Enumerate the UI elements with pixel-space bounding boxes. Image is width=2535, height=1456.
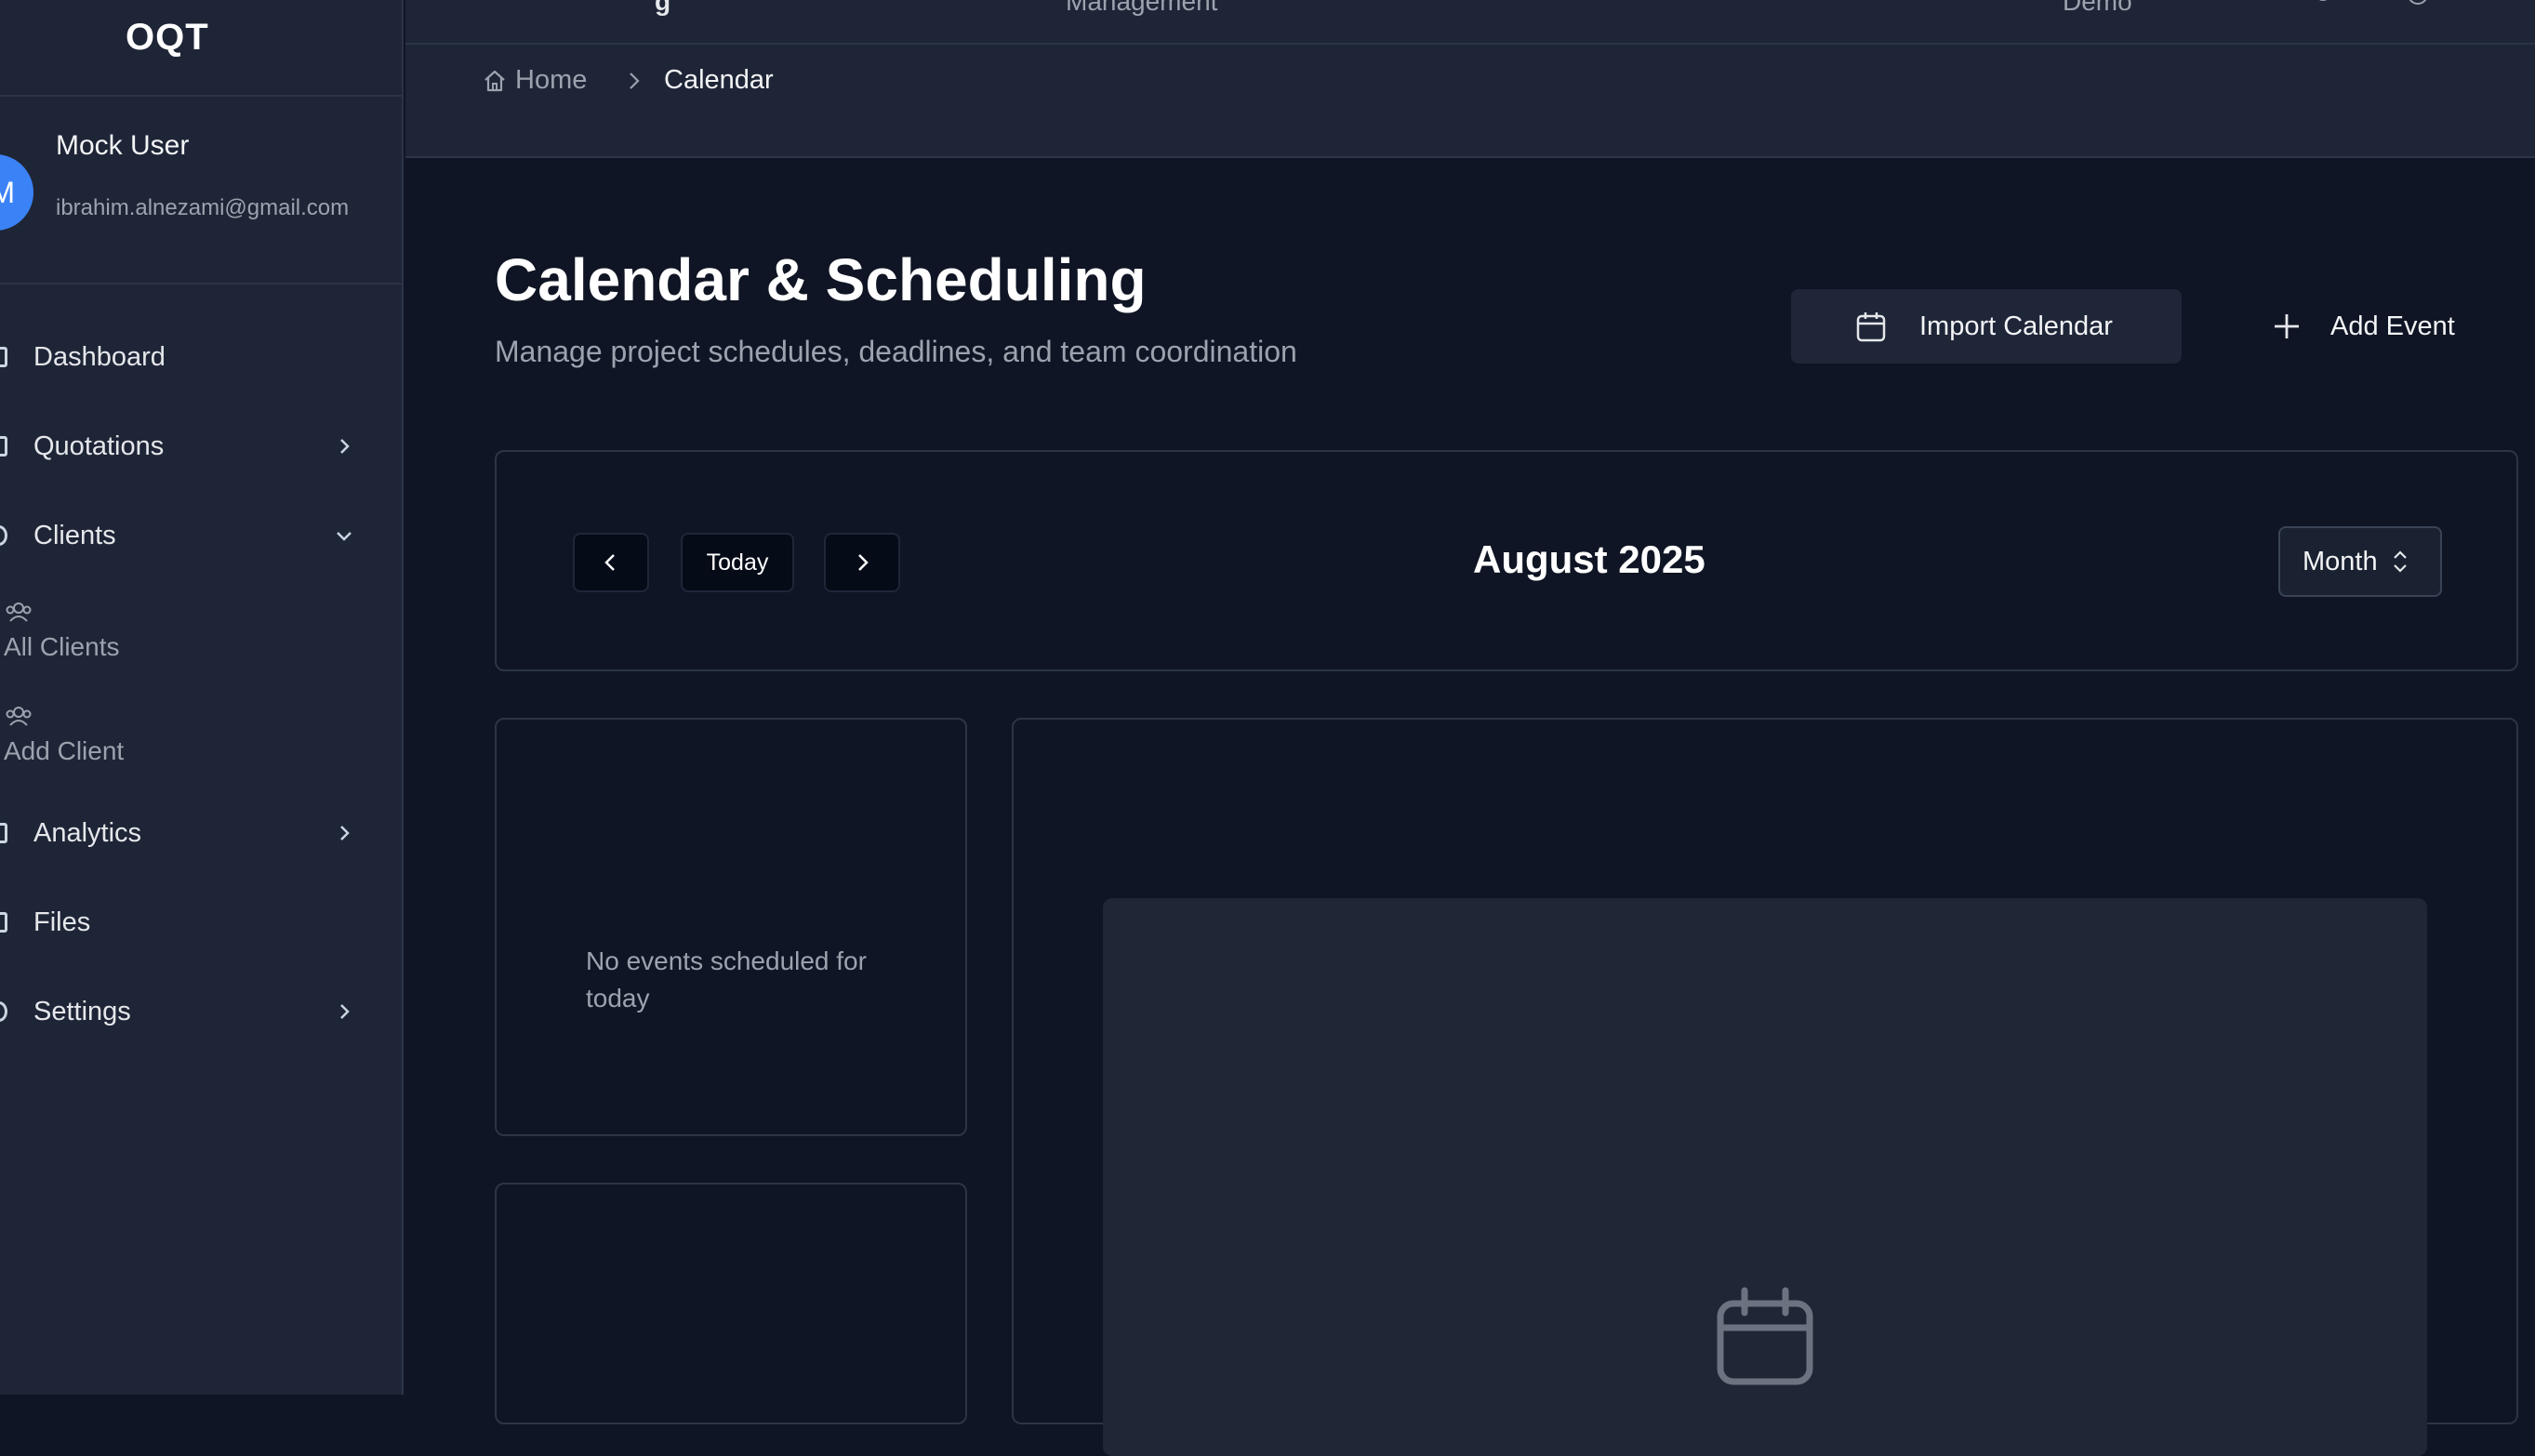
chevron-right-icon <box>340 826 350 841</box>
user-menu-icon[interactable] <box>2405 0 2431 11</box>
breadcrumb-home[interactable]: Home <box>482 65 587 96</box>
sidebar-item-label: Quotations <box>33 430 165 461</box>
sidebar-subitem-add-client[interactable]: Add Client <box>0 705 404 788</box>
add-event-label: Add Event <box>2330 311 2455 341</box>
sidebar-item-settings[interactable]: Settings <box>0 978 404 1045</box>
calendar-grid-placeholder <box>1103 898 2427 1456</box>
sidebar: OQT M Mock User ibrahim.alnezami@gmail.c… <box>0 0 404 1395</box>
sidebar-item-label: Dashboard <box>33 341 166 372</box>
view-select[interactable]: Month <box>2278 526 2442 597</box>
users-icon <box>6 602 32 622</box>
chevron-up-down-icon <box>2394 550 2407 573</box>
sidebar-item-label: Files <box>33 907 91 937</box>
chevron-right-icon <box>630 73 640 89</box>
calendar-toolbar: Today August 2025 Month <box>495 450 2518 671</box>
topnav-item[interactable]: g <box>655 0 670 17</box>
top-navigation: g Management Demo <box>405 0 2535 45</box>
current-month-label: August 2025 <box>1473 537 1705 581</box>
users-icon <box>6 707 32 726</box>
calendar-icon <box>1856 312 1886 342</box>
chart-icon <box>0 823 7 843</box>
sidebar-item-dashboard[interactable]: Dashboard <box>0 324 404 390</box>
user-profile[interactable]: M Mock User ibrahim.alnezami@gmail.com <box>0 97 404 285</box>
next-month-button[interactable] <box>824 533 900 592</box>
user-name: Mock User <box>56 130 190 161</box>
chevron-down-icon <box>337 532 352 541</box>
today-schedule-card: No events scheduled for today <box>495 718 967 1136</box>
chevron-right-icon <box>340 1004 350 1019</box>
today-button[interactable]: Today <box>681 533 794 592</box>
sidebar-item-label: Clients <box>33 520 116 550</box>
avatar: M <box>0 154 33 231</box>
brand[interactable]: OQT <box>0 0 404 97</box>
sidebar-item-quotations[interactable]: Quotations <box>0 413 404 480</box>
plus-icon <box>2275 314 2299 338</box>
sidebar-item-clients[interactable]: Clients <box>0 502 404 569</box>
sidebar-item-label: Analytics <box>33 817 142 848</box>
gear-icon <box>0 1001 7 1022</box>
topnav-item[interactable]: Demo <box>2063 0 2132 17</box>
document-icon <box>0 436 7 457</box>
page-title: Calendar & Scheduling <box>495 246 1147 313</box>
sidebar-subitem-all-clients[interactable]: All Clients <box>0 601 404 684</box>
page-subtitle: Manage project schedules, deadlines, and… <box>495 335 1297 368</box>
bell-icon[interactable] <box>2312 0 2334 7</box>
sidebar-subitem-label: Add Client <box>4 736 125 765</box>
users-icon <box>0 525 7 546</box>
calendar-icon <box>1717 1287 1813 1385</box>
sidebar-subitem-label: All Clients <box>4 632 120 661</box>
add-event-button[interactable]: Add Event <box>2256 289 2479 364</box>
brand-logo-text: OQT <box>126 17 209 58</box>
empty-state-message: No events scheduled for today <box>586 946 867 1013</box>
topnav-item[interactable]: Management <box>1066 0 1217 17</box>
chevron-right-icon <box>858 554 869 571</box>
home-icon <box>484 70 505 91</box>
breadcrumb-home-label: Home <box>515 65 588 95</box>
home-icon <box>0 347 7 367</box>
sidebar-item-label: Settings <box>33 996 131 1026</box>
calendar-view-card <box>1012 718 2518 1456</box>
view-select-value: Month <box>2303 546 2378 576</box>
user-email: ibrahim.alnezami@gmail.com <box>56 195 350 220</box>
chevron-left-icon <box>604 554 615 571</box>
import-calendar-label: Import Calendar <box>1919 311 2113 341</box>
breadcrumb: Home Calendar <box>405 45 2535 158</box>
sidebar-item-files[interactable]: Files <box>0 889 404 956</box>
upcoming-events-card <box>495 1183 967 1424</box>
chevron-right-icon <box>340 439 350 454</box>
file-icon <box>0 912 7 933</box>
sidebar-item-analytics[interactable]: Analytics <box>0 800 404 867</box>
previous-month-button[interactable] <box>573 533 649 592</box>
import-calendar-button[interactable]: Import Calendar <box>1791 289 2182 364</box>
breadcrumb-current: Calendar <box>664 65 774 95</box>
